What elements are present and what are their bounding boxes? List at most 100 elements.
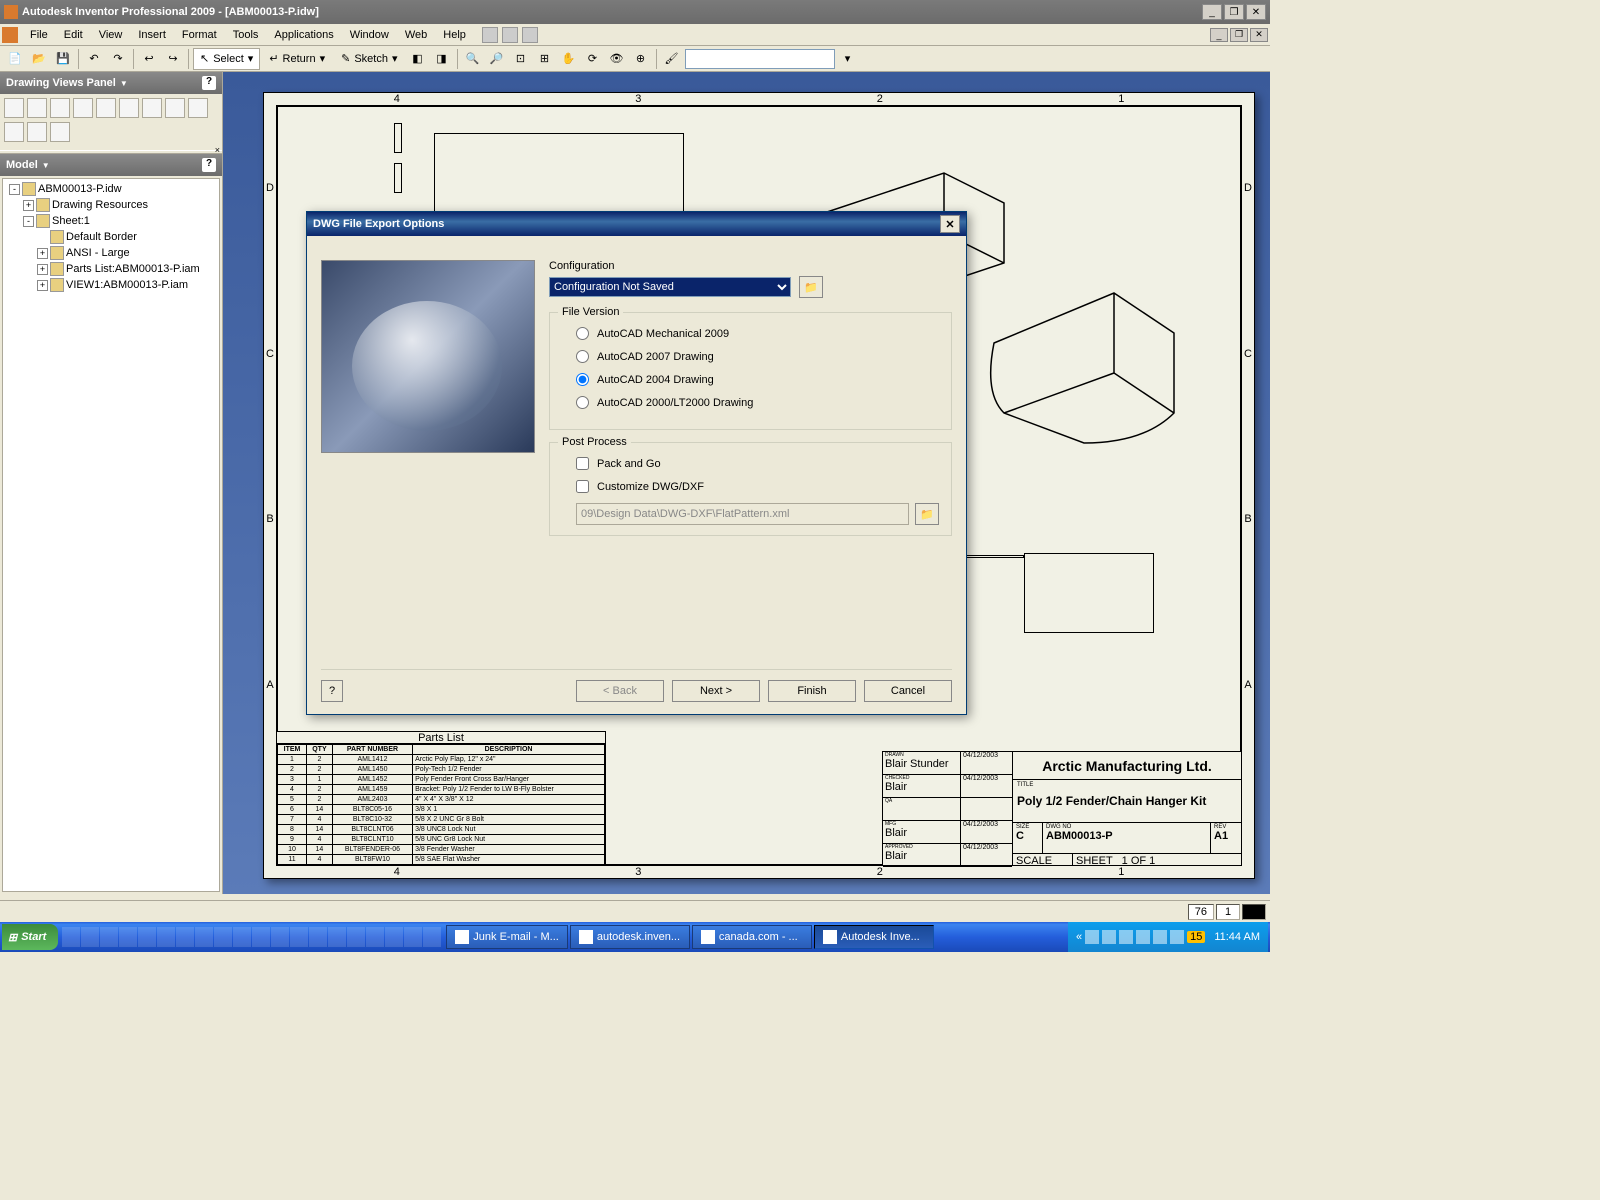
version-radio[interactable] xyxy=(576,350,589,363)
style-icon[interactable]: ▾ xyxy=(837,48,859,70)
undo-icon[interactable]: ↶ xyxy=(83,48,105,70)
ql-icon[interactable] xyxy=(366,927,384,947)
next-button[interactable]: Next > xyxy=(672,680,760,702)
open-icon[interactable]: 📂 xyxy=(28,48,50,70)
menu-view[interactable]: View xyxy=(91,27,131,43)
tray-icon[interactable] xyxy=(1153,930,1167,944)
view-tool-icon[interactable] xyxy=(119,98,139,118)
save-icon[interactable]: 💾 xyxy=(52,48,74,70)
ql-icon[interactable] xyxy=(138,927,156,947)
start-button[interactable]: ⊞ Start xyxy=(2,924,58,950)
extra-icon[interactable] xyxy=(522,27,538,43)
panel-splitter[interactable]: × xyxy=(0,150,222,154)
clock[interactable]: 11:44 AM xyxy=(1214,931,1260,943)
menu-applications[interactable]: Applications xyxy=(266,27,341,43)
tool-icon-2[interactable]: ◨ xyxy=(431,48,453,70)
undo2-icon[interactable]: ↩ xyxy=(138,48,160,70)
brush-icon[interactable]: 🖌 xyxy=(661,48,683,70)
menu-format[interactable]: Format xyxy=(174,27,225,43)
ql-icon[interactable] xyxy=(81,927,99,947)
ql-icon[interactable] xyxy=(157,927,175,947)
close-button[interactable]: ✕ xyxy=(1246,4,1266,20)
view-tool-icon[interactable] xyxy=(165,98,185,118)
ql-icon[interactable] xyxy=(62,927,80,947)
view-tool-icon[interactable] xyxy=(73,98,93,118)
ql-icon[interactable] xyxy=(176,927,194,947)
mdi-close-button[interactable]: ✕ xyxy=(1250,28,1268,42)
tree-item[interactable]: Default Border xyxy=(5,229,217,245)
minimize-button[interactable]: _ xyxy=(1202,4,1222,20)
zoom-out-icon[interactable]: 🔎 xyxy=(486,48,508,70)
version-radio[interactable] xyxy=(576,327,589,340)
menu-insert[interactable]: Insert xyxy=(130,27,174,43)
config-dropdown[interactable]: Configuration Not Saved xyxy=(549,277,791,297)
view-tool-icon[interactable] xyxy=(96,98,116,118)
style-dropdown[interactable] xyxy=(685,49,835,69)
zoom-in-icon[interactable]: 🔍 xyxy=(462,48,484,70)
custom-path-browse-button[interactable]: 📁 xyxy=(915,503,939,525)
taskbar-item[interactable]: Junk E-mail - M... xyxy=(446,925,568,949)
tray-badge[interactable]: 15 xyxy=(1187,931,1205,943)
sketch-tool[interactable]: ✎ Sketch ▾ xyxy=(334,48,404,70)
menu-file[interactable]: File xyxy=(22,27,56,43)
restore-button[interactable]: ❐ xyxy=(1224,4,1244,20)
view-tool-icon[interactable] xyxy=(4,122,24,142)
ql-icon[interactable] xyxy=(119,927,137,947)
pan-icon[interactable]: ✋ xyxy=(558,48,580,70)
tray-expand-icon[interactable]: « xyxy=(1076,931,1082,943)
ql-icon[interactable] xyxy=(195,927,213,947)
tray-icon[interactable] xyxy=(1136,930,1150,944)
dialog-help-button[interactable]: ? xyxy=(321,680,343,702)
view-tool-icon[interactable] xyxy=(50,98,70,118)
ql-icon[interactable] xyxy=(309,927,327,947)
menu-tools[interactable]: Tools xyxy=(225,27,267,43)
tray-icon[interactable] xyxy=(1085,930,1099,944)
ql-icon[interactable] xyxy=(233,927,251,947)
finish-button[interactable]: Finish xyxy=(768,680,856,702)
ql-icon[interactable] xyxy=(252,927,270,947)
nav-icon[interactable]: ⊕ xyxy=(630,48,652,70)
menu-window[interactable]: Window xyxy=(342,27,397,43)
zoom-window-icon[interactable]: ⊡ xyxy=(510,48,532,70)
dialog-close-button[interactable]: ✕ xyxy=(940,215,960,233)
panel-help-icon[interactable]: ? xyxy=(202,76,216,90)
orbit-icon[interactable]: ⟳ xyxy=(582,48,604,70)
taskbar-item[interactable]: canada.com - ... xyxy=(692,925,812,949)
ql-icon[interactable] xyxy=(328,927,346,947)
menu-edit[interactable]: Edit xyxy=(56,27,91,43)
version-radio[interactable] xyxy=(576,396,589,409)
mdi-restore-button[interactable]: ❐ xyxy=(1230,28,1248,42)
ql-icon[interactable] xyxy=(271,927,289,947)
model-panel-header[interactable]: Model ▼ ? xyxy=(0,154,222,176)
tree-item[interactable]: +VIEW1:ABM00013-P.iam xyxy=(5,277,217,293)
tree-item[interactable]: -Sheet:1 xyxy=(5,213,217,229)
model-tree[interactable]: -ABM00013-P.idw+Drawing Resources-Sheet:… xyxy=(2,178,220,892)
tree-item[interactable]: +Drawing Resources xyxy=(5,197,217,213)
menu-web[interactable]: Web xyxy=(397,27,435,43)
config-browse-button[interactable]: 📁 xyxy=(799,276,823,298)
view-icon[interactable]: 👁 xyxy=(606,48,628,70)
tree-item[interactable]: -ABM00013-P.idw xyxy=(5,181,217,197)
back-button[interactable]: < Back xyxy=(576,680,664,702)
ql-icon[interactable] xyxy=(214,927,232,947)
tray-icon[interactable] xyxy=(1119,930,1133,944)
tray-icon[interactable] xyxy=(1170,930,1184,944)
drawing-views-panel-header[interactable]: Drawing Views Panel ▼ ? xyxy=(0,72,222,94)
cancel-button[interactable]: Cancel xyxy=(864,680,952,702)
tool-icon-1[interactable]: ◧ xyxy=(407,48,429,70)
menu-help[interactable]: Help xyxy=(435,27,474,43)
pack-and-go-checkbox[interactable] xyxy=(576,457,589,470)
taskbar-item-active[interactable]: Autodesk Inve... xyxy=(814,925,934,949)
tree-item[interactable]: +Parts List:ABM00013-P.iam xyxy=(5,261,217,277)
tray-icon[interactable] xyxy=(1102,930,1116,944)
ql-icon[interactable] xyxy=(100,927,118,947)
view-tool-icon[interactable] xyxy=(142,98,162,118)
view-tool-icon[interactable] xyxy=(4,98,24,118)
info-icon[interactable] xyxy=(502,27,518,43)
view-tool-icon[interactable] xyxy=(27,98,47,118)
ql-icon[interactable] xyxy=(404,927,422,947)
mdi-minimize-button[interactable]: _ xyxy=(1210,28,1228,42)
view-tool-icon[interactable] xyxy=(27,122,47,142)
ql-icon[interactable] xyxy=(290,927,308,947)
help-icon[interactable] xyxy=(482,27,498,43)
